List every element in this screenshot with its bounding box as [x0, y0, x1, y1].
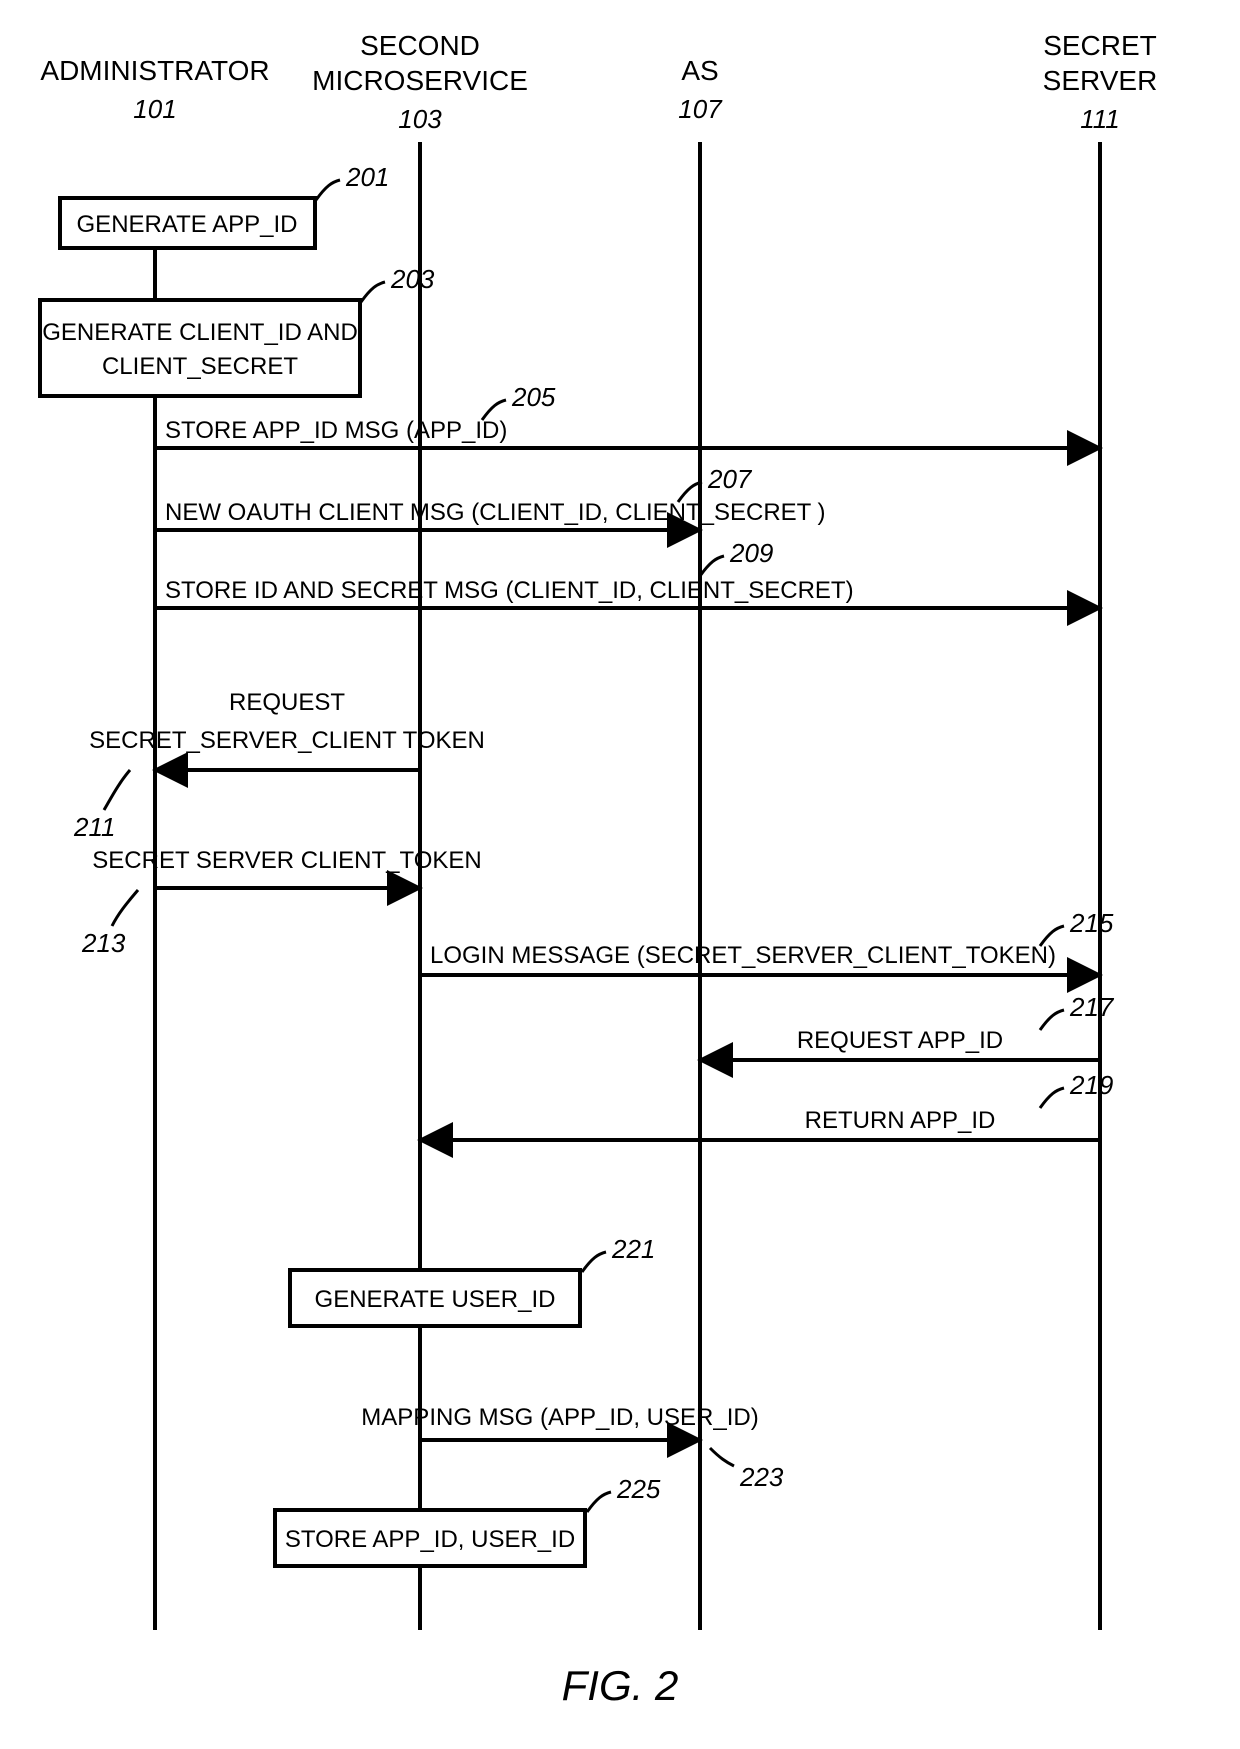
lane-secret-id: 111 — [1080, 104, 1120, 134]
ref-207: 207 — [707, 464, 753, 494]
ref-211: 211 — [73, 812, 115, 842]
box-203-line1: GENERATE CLIENT_ID AND — [42, 319, 358, 346]
msg-219-text: RETURN APP_ID — [805, 1107, 996, 1134]
lane-as-id: 107 — [678, 94, 723, 124]
lane-secret-label2: SERVER — [1043, 65, 1158, 96]
ref-219: 219 — [1069, 1070, 1113, 1100]
msg-209: STORE ID AND SECRET MSG (CLIENT_ID, CLIE… — [155, 538, 1100, 608]
box-221-text: GENERATE USER_ID — [315, 1286, 556, 1313]
msg-209-text: STORE ID AND SECRET MSG (CLIENT_ID, CLIE… — [165, 577, 854, 604]
lane-admin-header: ADMINISTRATOR 101 — [40, 55, 269, 124]
msg-207: NEW OAUTH CLIENT MSG (CLIENT_ID, CLIENT_… — [155, 464, 826, 530]
ref-215: 215 — [1069, 908, 1114, 938]
box-generate-client-id-secret: GENERATE CLIENT_ID AND CLIENT_SECRET 203 — [40, 264, 435, 396]
ref-213: 213 — [81, 928, 126, 958]
box-201-text: GENERATE APP_ID — [77, 211, 298, 238]
msg-211-line2: SECRET_SERVER_CLIENT TOKEN — [89, 727, 485, 754]
ref-221: 221 — [611, 1234, 655, 1264]
lane-ms2-header: SECOND MICROSERVICE 103 — [312, 30, 528, 134]
lane-as-label: AS — [681, 55, 718, 86]
box-store-appid-userid: STORE APP_ID, USER_ID 225 — [275, 1474, 661, 1566]
msg-217: REQUEST APP_ID 217 — [700, 992, 1115, 1060]
lane-admin-id: 101 — [133, 94, 176, 124]
box-generate-user-id: GENERATE USER_ID 221 — [290, 1234, 655, 1326]
box-225-text: STORE APP_ID, USER_ID — [285, 1526, 575, 1553]
ref-223: 223 — [739, 1462, 784, 1492]
ref-205: 205 — [511, 382, 556, 412]
box-generate-app-id: GENERATE APP_ID 201 — [60, 162, 389, 248]
msg-215: LOGIN MESSAGE (SECRET_SERVER_CLIENT_TOKE… — [420, 908, 1114, 975]
lane-as-header: AS 107 — [678, 55, 723, 124]
lane-ms2-label1: SECOND — [360, 30, 480, 61]
ref-201: 201 — [345, 162, 389, 192]
lane-secret-header: SECRET SERVER 111 — [1043, 30, 1158, 134]
lane-admin-label: ADMINISTRATOR — [40, 55, 269, 86]
lane-ms2-label2: MICROSERVICE — [312, 65, 528, 96]
ref-225: 225 — [616, 1474, 661, 1504]
lane-secret-label1: SECRET — [1043, 30, 1157, 61]
msg-205-text: STORE APP_ID MSG (APP_ID) — [165, 417, 507, 444]
msg-211: REQUEST SECRET_SERVER_CLIENT TOKEN 211 — [73, 689, 485, 842]
msg-223: MAPPING MSG (APP_ID, USER_ID) 223 — [361, 1404, 784, 1492]
ref-209: 209 — [729, 538, 773, 568]
msg-219: RETURN APP_ID 219 — [420, 1070, 1113, 1140]
ref-203: 203 — [390, 264, 435, 294]
lane-ms2-id: 103 — [398, 104, 442, 134]
msg-213-text: SECRET SERVER CLIENT_TOKEN — [92, 847, 481, 874]
msg-211-line1: REQUEST — [229, 689, 345, 716]
msg-207-text: NEW OAUTH CLIENT MSG (CLIENT_ID, CLIENT_… — [165, 499, 826, 526]
msg-223-text: MAPPING MSG (APP_ID, USER_ID) — [361, 1404, 758, 1431]
figure-caption: FIG. 2 — [562, 1662, 679, 1709]
box-203-line2: CLIENT_SECRET — [102, 353, 298, 380]
msg-217-text: REQUEST APP_ID — [797, 1027, 1003, 1054]
msg-215-text: LOGIN MESSAGE (SECRET_SERVER_CLIENT_TOKE… — [430, 942, 1056, 969]
ref-217: 217 — [1069, 992, 1115, 1022]
